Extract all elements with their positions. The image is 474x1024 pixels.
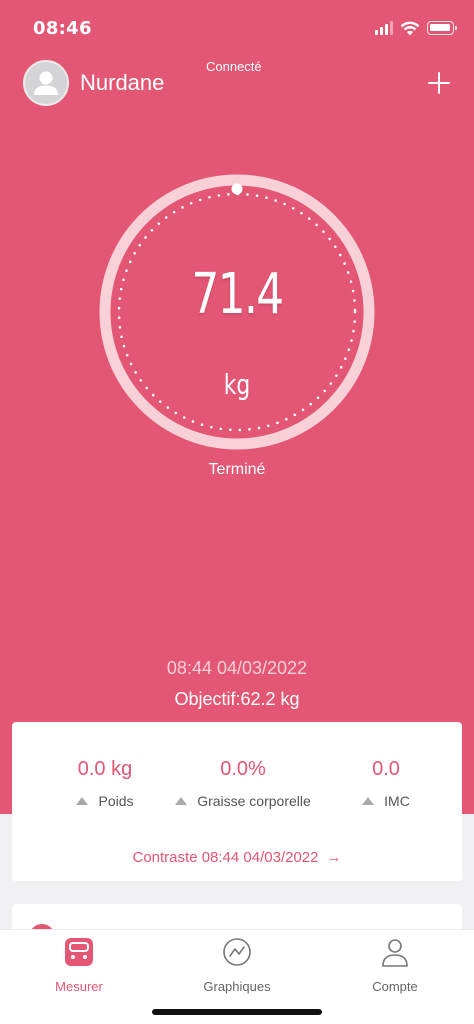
trend-up-icon	[76, 797, 89, 805]
metric-value: 0.0	[372, 758, 400, 780]
metric-value: 0.0%	[220, 758, 266, 780]
battery-icon	[427, 21, 457, 35]
tab-graphiques[interactable]: Graphiques	[158, 930, 316, 1000]
metric-body-fat: 0.0% Graisse corporelle	[158, 758, 328, 809]
trend-up-icon	[362, 797, 375, 805]
tab-label: Graphiques	[203, 979, 271, 994]
status-icons	[375, 19, 457, 37]
home-indicator	[152, 1009, 322, 1015]
metric-label: IMC	[384, 793, 410, 809]
cellular-signal-icon	[375, 21, 393, 35]
wifi-icon	[400, 21, 420, 35]
connection-status: Connecté	[206, 59, 262, 74]
metric-value: 0.0 kg	[77, 758, 133, 780]
goal-weight: Objectif:62.2 kg	[174, 689, 300, 709]
user-name[interactable]: Nurdane	[80, 70, 164, 96]
compare-label: Contraste 08:44 04/03/2022	[132, 849, 319, 866]
metric-bmi: 0.0 IMC	[346, 758, 426, 809]
measurement-datetime: 08:44 04/03/2022	[166, 658, 308, 678]
gauge-indicator	[231, 183, 243, 195]
tab-label: Mesurer	[55, 979, 103, 994]
comparison-card: 0.0 kg Poids 0.0% Graisse corporelle 0.0…	[12, 722, 462, 881]
chart-icon	[223, 938, 251, 966]
arrow-right-icon: →	[326, 849, 342, 866]
tab-label: Compte	[372, 979, 418, 994]
tab-compte[interactable]: Compte	[316, 930, 474, 1000]
metric-label: Graisse corporelle	[197, 793, 311, 809]
add-icon[interactable]	[424, 68, 454, 98]
person-icon	[382, 939, 408, 967]
status-time: 08:46	[33, 18, 92, 39]
metric-weight: 0.0 kg Poids	[45, 758, 165, 809]
weight-value: 71.4	[191, 262, 284, 327]
scale-icon	[65, 938, 93, 966]
trend-up-icon	[175, 797, 188, 805]
tab-mesurer[interactable]: Mesurer	[0, 930, 158, 1000]
measurement-status: Terminé	[208, 461, 266, 478]
metric-label: Poids	[98, 793, 134, 809]
person-placeholder-icon	[34, 71, 58, 95]
compare-link[interactable]: Contraste 08:44 04/03/2022 →	[12, 849, 462, 866]
avatar[interactable]	[23, 60, 69, 106]
weight-unit: kg	[223, 368, 251, 401]
